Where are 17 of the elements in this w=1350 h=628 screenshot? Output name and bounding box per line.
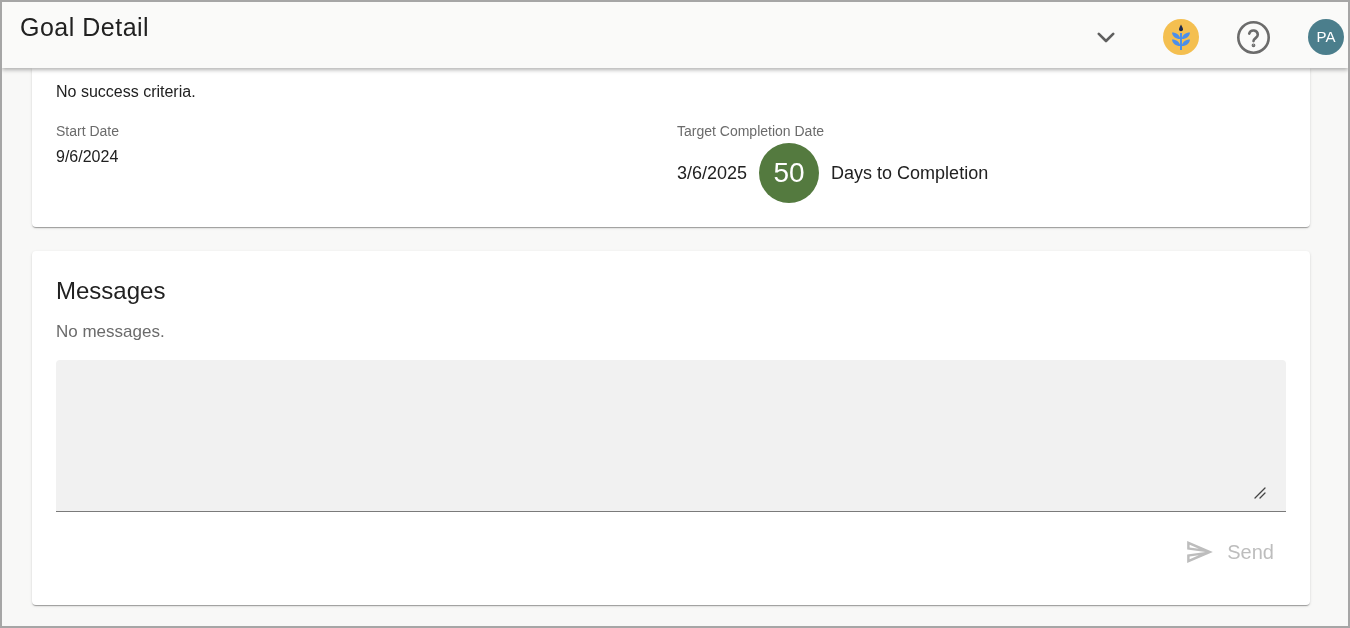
help-icon[interactable] [1237, 20, 1270, 54]
page-title: Goal Detail [20, 12, 150, 43]
target-date-value: 3/6/2025 [677, 162, 748, 185]
days-caption: Days to Completion [831, 162, 989, 185]
user-avatar[interactable]: PA [1308, 19, 1344, 55]
success-criteria-text: No success criteria. [56, 82, 197, 102]
resize-handle-icon[interactable] [1254, 487, 1266, 499]
days-remaining-badge: 50 [759, 143, 820, 203]
leaf-logo-icon[interactable] [1163, 19, 1199, 55]
messages-title: Messages [56, 276, 167, 306]
message-input-field[interactable] [56, 360, 1286, 512]
start-date-value: 9/6/2024 [56, 147, 120, 167]
send-icon [1187, 541, 1214, 563]
no-messages-text: No messages. [56, 321, 166, 343]
dropdown-chevron-icon[interactable] [1097, 31, 1115, 43]
target-date-label: Target Completion Date [677, 122, 826, 141]
start-date-label: Start Date [56, 122, 121, 141]
